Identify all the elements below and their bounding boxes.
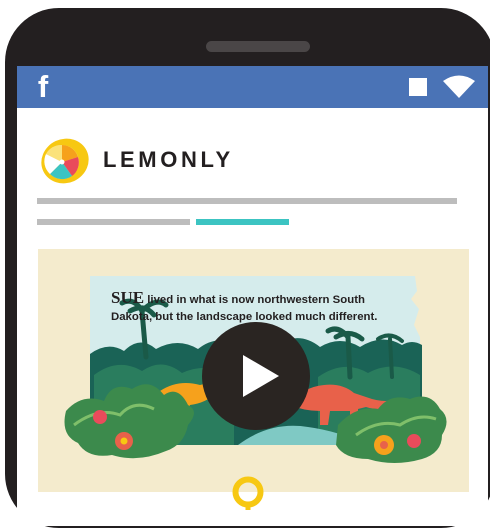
video-card[interactable]: SUE lived in what is now northwestern So… <box>38 249 469 492</box>
wifi-icon <box>443 75 475 98</box>
phone-screen: f LEMONLY SUE lived in what is now north… <box>17 66 488 526</box>
lemon-slice-logo <box>41 138 89 184</box>
brand-name: LEMONLY <box>103 147 234 172</box>
caption-lead-word: SUE <box>111 288 145 307</box>
facebook-f-icon[interactable]: f <box>31 70 55 104</box>
divider-line <box>37 198 457 204</box>
facebook-header-bar: f <box>17 66 488 108</box>
location-ring-icon <box>232 476 264 510</box>
video-caption: SUE lived in what is now northwestern So… <box>111 289 411 326</box>
play-button[interactable] <box>202 322 310 430</box>
progress-segment <box>37 219 190 225</box>
phone-speaker <box>206 41 310 52</box>
play-icon <box>243 355 279 397</box>
stop-square-icon[interactable] <box>409 78 427 96</box>
progress-segment-active <box>196 219 289 225</box>
caption-line-1: lived in what is now northwestern South <box>144 294 365 306</box>
brand-header: LEMONLY <box>40 136 340 186</box>
